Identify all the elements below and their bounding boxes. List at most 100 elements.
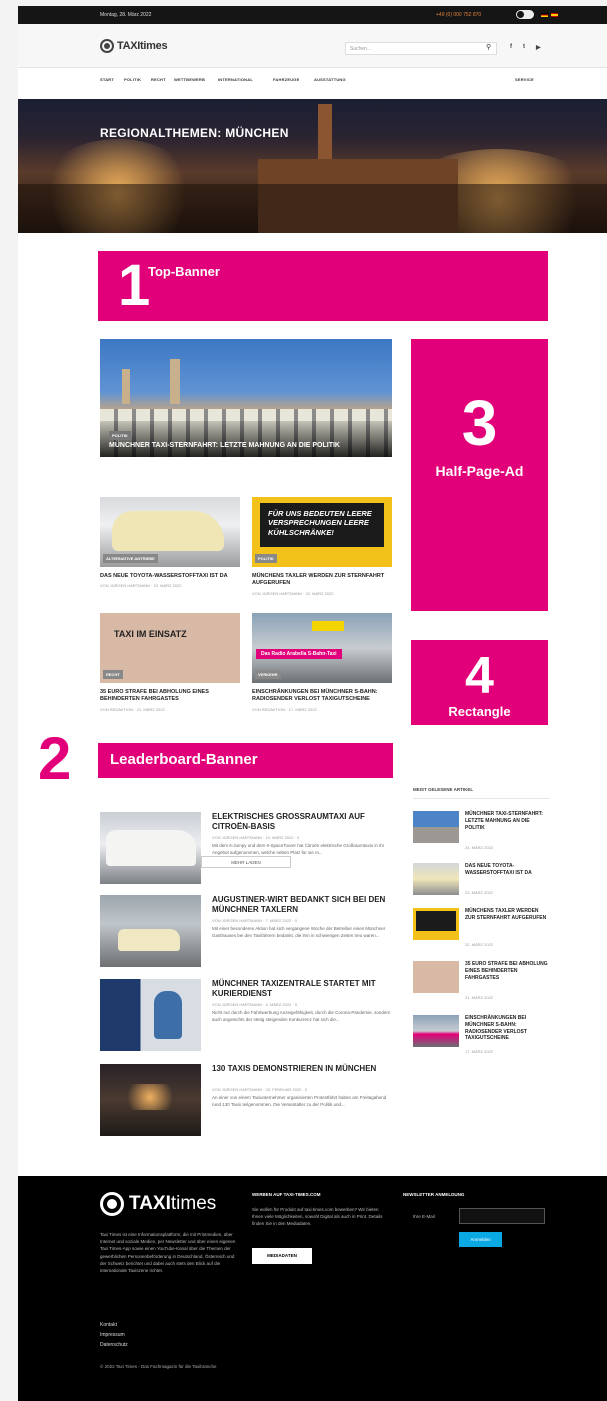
sidebar-item-title[interactable]: MÜNCHNER TAXI-STERNFAHRT: LETZTE MAHNUNG… <box>465 811 550 831</box>
article-meta: VON REDAKTION · 17. MÄRZ 2022 <box>252 706 317 712</box>
top-banner-ad[interactable]: 1 Top-Banner <box>98 251 548 321</box>
protest-sign: FÜR UNS BEDEUTEN LEERE VERSPRECHUNGEN LE… <box>260 503 384 547</box>
newsletter-email-field[interactable] <box>459 1208 545 1224</box>
newsletter-heading: NEWSLETTER ANMELDUNG <box>403 1192 465 1197</box>
link-datenschutz[interactable]: Datenschutz <box>100 1340 128 1350</box>
church-tower <box>122 369 130 404</box>
nav-ausstattung[interactable]: AUSSTATTUNG <box>314 77 346 82</box>
article-thumbnail <box>413 1015 459 1047</box>
article-excerpt: Mit dem ë-Jumpy und dem ë-SpaceTourer ha… <box>212 843 385 855</box>
featured-title[interactable]: MÜNCHNER TAXI-STERNFAHRT: LETZTE MAHNUNG… <box>109 442 379 451</box>
advertise-text: Sie wollen für Produkt auf taxi-times.co… <box>252 1207 383 1227</box>
nav-start[interactable]: START <box>100 77 114 82</box>
half-page-ad[interactable]: 3 Half-Page-Ad <box>411 339 548 611</box>
nav-recht[interactable]: RECHT <box>151 77 166 82</box>
sign-text: TAXI IM EINSATZ <box>114 629 187 639</box>
site-header: TAXItimes Suchen... ⚲ f t ▶ <box>18 24 607 68</box>
article-meta: VON JÜRGEN HARTMANN · 25. FEBRUAR 2022 ·… <box>212 1087 308 1092</box>
category-tag[interactable]: ALTERNATIVE ANTRIEBE <box>103 554 158 563</box>
article-title[interactable]: MÜNCHENS TAXLER WERDEN ZUR STERNFAHRT AU… <box>252 573 392 588</box>
nav-politik[interactable]: POLITIK <box>124 77 141 82</box>
category-tag[interactable]: POLITIK <box>255 554 277 563</box>
featured-article[interactable]: POLITIK MÜNCHNER TAXI-STERNFAHRT: LETZTE… <box>100 339 392 457</box>
globe-logo-icon <box>100 1192 124 1216</box>
article-card[interactable]: TAXI IM EINSATZ RECHT 35 EURO STRAFE BEI… <box>100 613 240 712</box>
phone-number[interactable]: +49 (0) 000 752 870 <box>436 12 481 18</box>
article-excerpt: Nicht nur durch die Fahrtwerbung Anzeige… <box>212 1010 391 1022</box>
article-title[interactable]: DAS NEUE TOYOTA-WASSERSTOFFTAXI IST DA <box>100 573 240 580</box>
article-thumbnail <box>413 961 459 993</box>
subscribe-button[interactable]: Anmelden <box>459 1232 502 1247</box>
article-title[interactable]: ELEKTRISCHES GROSSRAUMTAXI AUF CITROËN-B… <box>212 812 392 833</box>
ad-label: Half-Page-Ad <box>435 463 524 479</box>
nav-fahrzeuge[interactable]: FAHRZEUGE <box>273 77 299 82</box>
youtube-icon[interactable]: ▶ <box>536 44 541 51</box>
article-thumbnail <box>413 863 459 895</box>
mediadaten-button[interactable]: MEDIADATEN <box>252 1248 312 1264</box>
sidebar-item-title[interactable]: EINSCHRÄNKUNGEN BEI MÜNCHNER S-BAHN: RAD… <box>465 1015 550 1042</box>
article-title[interactable]: MÜNCHNER TAXIZENTRALE STARTET MIT KURIER… <box>212 979 392 1000</box>
globe-logo-icon <box>100 39 114 53</box>
top-bar: Montag, 28. März 2022 +49 (0) 000 752 87… <box>18 6 607 24</box>
logo-taxi: TAXI <box>129 1193 171 1214</box>
article-image: FÜR UNS BEDEUTEN LEERE VERSPRECHUNGEN LE… <box>252 497 392 567</box>
ad-number: 3 <box>461 387 498 459</box>
leaderboard-number: 2 <box>38 725 72 792</box>
article-card[interactable]: Das Radio Arabella S-Bahn-Taxi VERKEHR E… <box>252 613 392 712</box>
theme-toggle[interactable] <box>516 10 534 19</box>
sidebar-item-date: 22. MÄRZ 2022 <box>465 942 494 947</box>
main-nav: START POLITIK RECHT WETTBEWERB INTERNATI… <box>18 68 607 92</box>
article-card[interactable]: ALTERNATIVE ANTRIEBE DAS NEUE TOYOTA-WAS… <box>100 497 240 588</box>
article-title[interactable]: 130 TAXIS DEMONSTRIEREN IN MÜNCHEN <box>212 1064 392 1074</box>
category-tag[interactable]: VERKEHR <box>255 670 281 679</box>
load-more-button[interactable]: MEHR LADEN <box>201 856 291 868</box>
rectangle-ad[interactable]: 4 Rectangle <box>411 640 548 725</box>
sidebar-item-date: 24. MÄRZ 2022 <box>465 845 494 850</box>
nav-service[interactable]: SERVICE <box>515 77 534 82</box>
link-kontakt[interactable]: Kontakt <box>100 1320 128 1330</box>
site-footer: TAXItimes Taxi Times ist eine Informatio… <box>18 1176 607 1401</box>
protest-sign <box>416 911 456 931</box>
article-meta: VON JÜRGEN HARTMANN · 23. MÄRZ 2022 <box>100 583 182 589</box>
article-thumbnail <box>413 908 459 940</box>
site-logo[interactable]: TAXItimes <box>100 39 168 53</box>
article-meta: VON JÜRGEN HARTMANN · 10. MÄRZ 2022 · 0 <box>212 835 300 840</box>
article-card[interactable]: FÜR UNS BEDEUTEN LEERE VERSPRECHUNGEN LE… <box>252 497 392 596</box>
link-impressum[interactable]: Impressum <box>100 1330 128 1340</box>
logo-times: times <box>170 1193 217 1214</box>
facebook-icon[interactable]: f <box>510 44 512 50</box>
ad-number: 1 <box>118 253 151 318</box>
ad-label: Leaderboard-Banner <box>110 751 258 768</box>
article-excerpt: Mit einer besonderen Aktion hat sich ver… <box>212 926 386 938</box>
article-thumbnail <box>100 812 201 884</box>
sidebar-item-title[interactable]: DAS NEUE TOYOTA-WASSERSTOFFTAXI IST DA <box>465 863 550 877</box>
search-icon[interactable]: ⚲ <box>486 43 491 51</box>
current-date: Montag, 28. März 2022 <box>100 12 152 18</box>
article-title[interactable]: 35 EURO STRAFE BEI ABHOLUNG EINES BEHIND… <box>100 689 240 704</box>
nav-international[interactable]: INTERNATIONAL <box>218 77 253 82</box>
sidebar-item-title[interactable]: MÜNCHENS TAXLER WERDEN ZUR STERNFAHRT AU… <box>465 908 550 922</box>
sidebar-item-date: 23. MÄRZ 2022 <box>465 890 494 895</box>
article-title[interactable]: EINSCHRÄNKUNGEN BEI MÜNCHNER S-BAHN: RAD… <box>252 689 392 704</box>
category-tag[interactable]: POLITIK <box>109 431 131 440</box>
article-meta: VON JÜRGEN HARTMANN · 22. MÄRZ 2022 <box>252 590 334 596</box>
radio-banner: Das Radio Arabella S-Bahn-Taxi <box>256 649 342 659</box>
nav-wettbewerb[interactable]: WETTBEWERB <box>174 77 205 82</box>
twitter-icon[interactable]: t <box>523 44 525 50</box>
church-tower <box>170 359 180 404</box>
flag-de-icon[interactable] <box>541 13 548 17</box>
leaderboard-banner-ad[interactable]: Leaderboard-Banner <box>98 743 393 778</box>
taxi-car <box>118 929 180 951</box>
article-image: TAXI IM EINSATZ RECHT <box>100 613 240 683</box>
search-input[interactable]: Suchen... <box>345 42 497 55</box>
category-tag[interactable]: RECHT <box>103 670 123 679</box>
email-label: Ihre E-Mail <box>413 1214 435 1219</box>
footer-logo[interactable]: TAXItimes <box>100 1192 216 1216</box>
article-title[interactable]: AUGUSTINER-WIRT BEDANKT SICH BEI DEN MÜN… <box>212 895 392 916</box>
sidebar-item-title[interactable]: 35 EURO STRAFE BEI ABHOLUNG EINES BEHIND… <box>465 961 550 981</box>
person-shape <box>154 991 182 1039</box>
article-thumbnail <box>100 895 201 967</box>
sidebar-item-date: 21. MÄRZ 2022 <box>465 995 494 1000</box>
flag-es-icon[interactable] <box>551 13 558 17</box>
ad-label: Top-Banner <box>148 264 220 279</box>
